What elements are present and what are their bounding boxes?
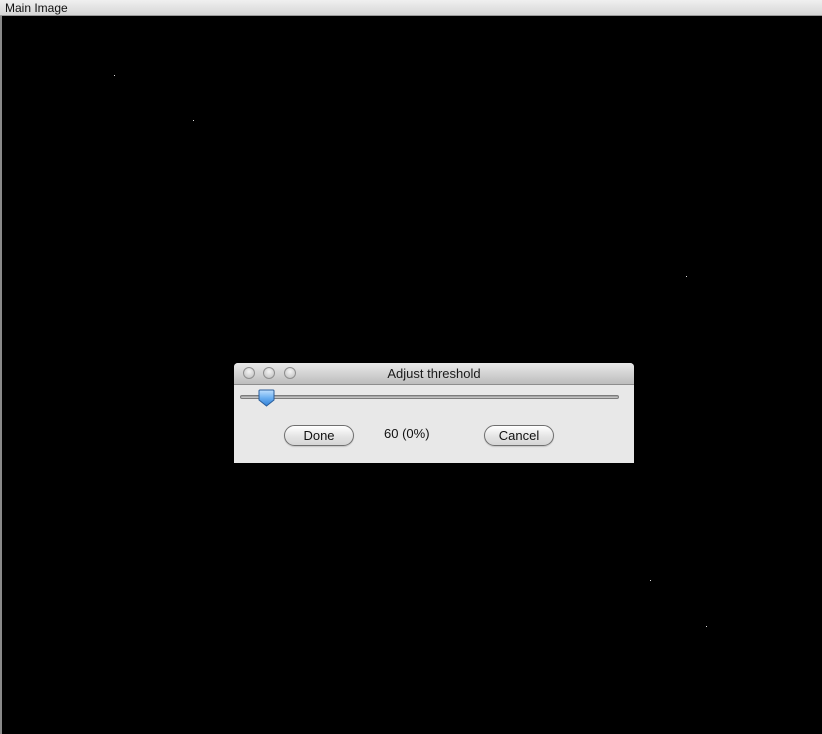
threshold-value-readout: 60 (0%)	[384, 426, 430, 441]
cancel-button[interactable]: Cancel	[484, 425, 554, 446]
done-button[interactable]: Done	[284, 425, 354, 446]
threshold-slider-track[interactable]	[240, 395, 619, 399]
image-pixel	[706, 626, 707, 627]
dialog-title: Adjust threshold	[387, 366, 481, 381]
dialog-titlebar[interactable]: Adjust threshold	[234, 363, 634, 385]
image-pixel	[114, 75, 115, 76]
image-pixel	[686, 276, 687, 277]
main-window-title: Main Image	[5, 1, 68, 15]
main-window-titlebar[interactable]: Main Image	[0, 0, 822, 16]
threshold-slider-thumb[interactable]	[258, 389, 275, 407]
adjust-threshold-dialog: Adjust threshold Done 60 (0%) Cancel	[234, 363, 634, 463]
image-pixel	[193, 120, 194, 121]
image-pixel	[650, 580, 651, 581]
